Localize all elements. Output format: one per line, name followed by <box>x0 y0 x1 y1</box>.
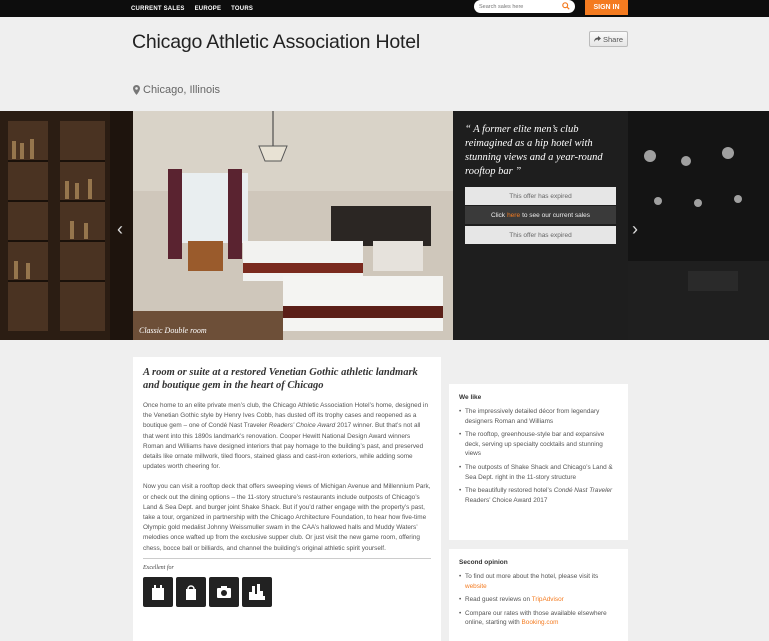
divider <box>143 557 431 559</box>
excellent-for-label: Excellent for <box>143 564 174 571</box>
list-item: The impressively detailed décor from leg… <box>459 407 618 426</box>
landmark-icon <box>143 576 173 607</box>
second-opinion-card: Second opinion To find out more about th… <box>449 549 628 641</box>
we-like-title: We like <box>459 394 482 401</box>
tripadvisor-link[interactable]: TripAdvisor <box>532 596 564 603</box>
top-navigation-bar: CURRENT SALES EUROPE TOURS SIGN IN <box>0 0 769 17</box>
list-item: The beautifully restored hotel’s Condé N… <box>459 486 618 505</box>
list-item: Compare our rates with those available e… <box>459 609 618 628</box>
previous-photo-preview: ‹ <box>0 111 133 340</box>
shopping-bag-icon <box>176 576 206 607</box>
previous-arrow-icon[interactable]: ‹ <box>117 219 123 240</box>
excellent-for-badges <box>143 576 431 607</box>
camera-icon <box>209 576 239 607</box>
second-opinion-title: Second opinion <box>459 559 508 566</box>
we-like-list: The impressively detailed décor from leg… <box>459 407 618 505</box>
nav-tours[interactable]: TOURS <box>231 6 253 12</box>
article-headline: A room or suite at a restored Venetian G… <box>143 367 418 391</box>
location-text: Chicago, Illinois <box>143 84 221 96</box>
share-label: Share <box>602 34 623 44</box>
second-opinion-list: To find out more about the hotel, please… <box>459 572 618 628</box>
website-link[interactable]: website <box>465 583 487 590</box>
we-like-card: We like The impressively detailed décor … <box>449 384 628 540</box>
current-sales-link[interactable]: here <box>507 212 520 219</box>
photo-caption: Classic Double room <box>139 326 207 335</box>
photo-gallery: ‹ Classic Double room “ A former elite m… <box>0 111 769 340</box>
next-arrow-icon[interactable]: › <box>632 219 638 240</box>
main-photo: Classic Double room <box>133 111 453 340</box>
share-arrow-icon <box>593 36 601 42</box>
hotel-room-image <box>133 111 453 340</box>
offer-expired-bottom: This offer has expired <box>465 226 616 244</box>
list-item: The rooftop, greenhouse-style bar and ex… <box>459 430 618 459</box>
offer-panel: “ A former elite men’s club reimagined a… <box>453 111 628 340</box>
hotel-description: A room or suite at a restored Venetian G… <box>133 357 441 641</box>
nav-current-sales[interactable]: CURRENT SALES <box>131 6 185 12</box>
share-button[interactable]: Share <box>589 31 628 47</box>
hotel-quote: “ A former elite men’s club reimagined a… <box>465 124 603 177</box>
hotel-header: Chicago Athletic Association Hotel Chica… <box>0 17 769 111</box>
list-item: The outposts of Shake Shack and Chicago’… <box>459 463 618 482</box>
search-icon[interactable] <box>562 2 570 10</box>
page-title: Chicago Athletic Association Hotel <box>132 31 421 53</box>
next-photo-preview: › <box>628 111 769 340</box>
search-input[interactable] <box>479 3 559 10</box>
sign-in-button[interactable]: SIGN IN <box>585 0 628 15</box>
city-skyline-icon <box>242 576 272 607</box>
list-item: To find out more about the hotel, please… <box>459 572 618 591</box>
location: Chicago, Illinois <box>133 84 220 96</box>
top-nav-links: CURRENT SALES EUROPE TOURS <box>131 0 253 17</box>
click-suffix: to see our current sales <box>522 211 591 219</box>
booking-link[interactable]: Booking.com <box>522 619 559 626</box>
dark-interior-image <box>628 111 769 340</box>
click-prefix: Click <box>490 211 506 219</box>
paragraph-2: Now you can visit a rooftop deck that of… <box>143 483 431 552</box>
map-pin-icon <box>133 85 140 95</box>
offer-expired-top: This offer has expired <box>465 187 616 205</box>
article-body: Once home to an elite private men’s club… <box>143 401 431 554</box>
nav-europe[interactable]: EUROPE <box>195 6 222 12</box>
search-box <box>474 0 575 13</box>
current-sales-prompt: Click here to see our current sales <box>465 206 616 224</box>
paragraph-1: Once home to an elite private men’s club… <box>143 402 429 471</box>
list-item: Read guest reviews on TripAdvisor <box>459 595 618 605</box>
bar-shelves-image <box>0 111 133 340</box>
